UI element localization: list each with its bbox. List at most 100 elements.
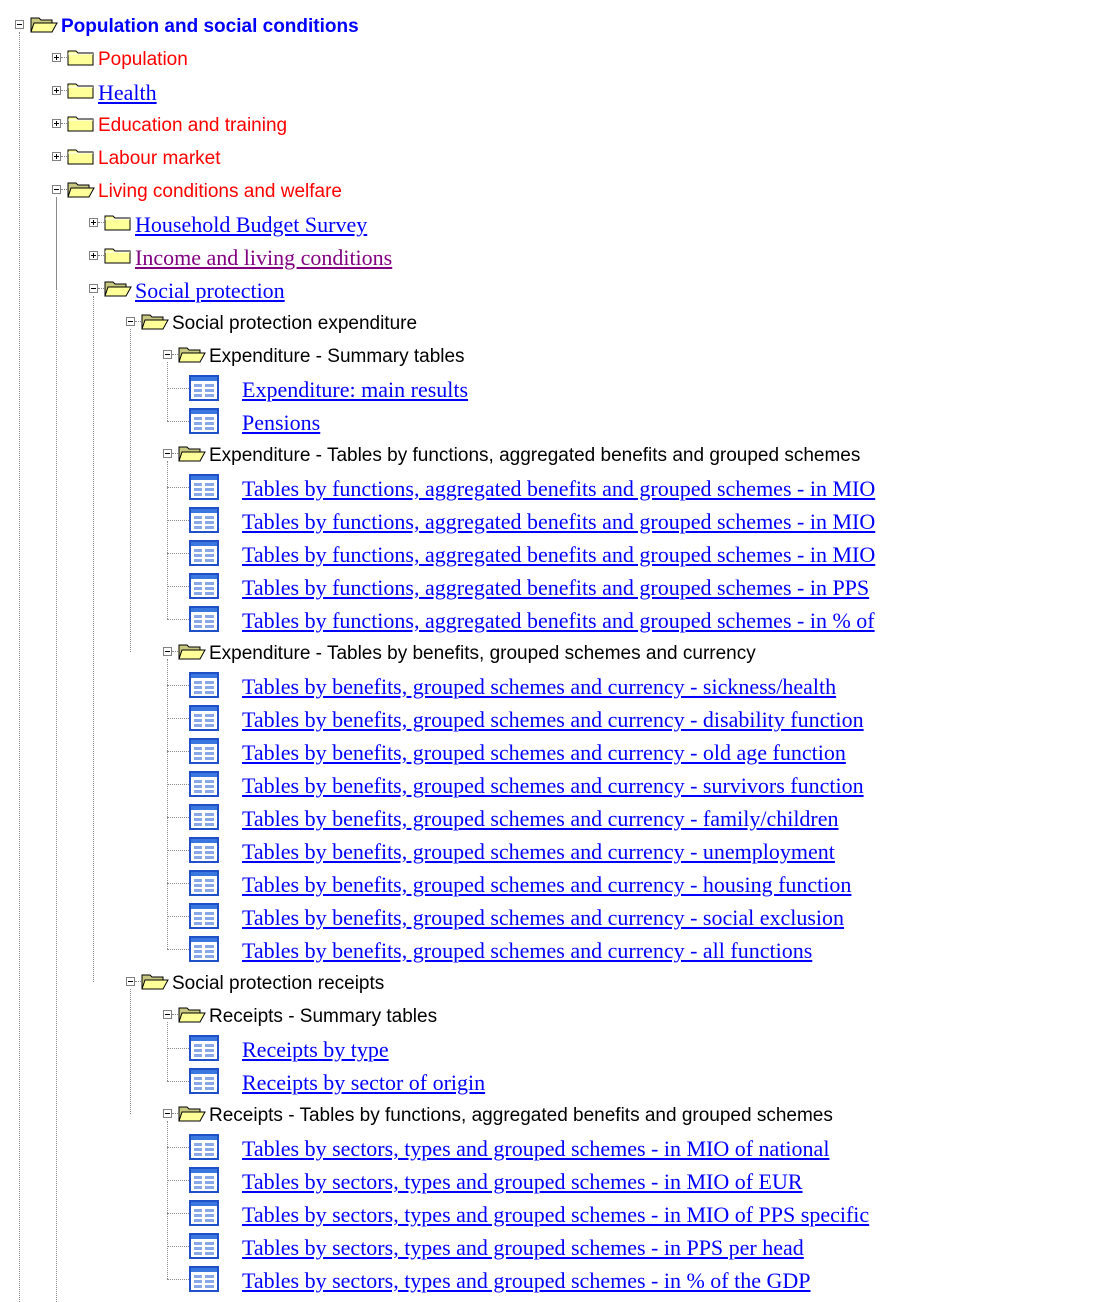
tree-node-labour-row[interactable]: Labour market <box>0 142 1114 175</box>
table-doc-icon <box>189 408 219 439</box>
folder-icon <box>67 80 95 105</box>
tree-leaf-exp-benefits-link[interactable]: Tables by benefits, grouped schemes and … <box>242 940 812 962</box>
tree-leaf-exp-benefits-link[interactable]: Tables by benefits, grouped schemes and … <box>242 874 851 896</box>
tree-connector <box>172 354 178 355</box>
folder-open-icon <box>178 641 206 666</box>
expand-toggle[interactable] <box>52 152 61 161</box>
tree-guide-line <box>130 989 131 1114</box>
tree-node-health-label[interactable]: Health <box>98 82 157 104</box>
tree-leaf-exp-benefits-link[interactable]: Tables by benefits, grouped schemes and … <box>242 841 835 863</box>
tree-node-household-label[interactable]: Household Budget Survey <box>135 214 367 236</box>
folder-icon <box>67 146 95 171</box>
table-doc-icon <box>189 1233 219 1259</box>
folder-open-icon <box>141 311 169 336</box>
table-doc-icon <box>189 606 219 632</box>
collapse-toggle[interactable] <box>163 350 172 359</box>
tree-node-social-protection-row[interactable]: Social protection <box>0 274 1114 307</box>
tree-connector <box>61 90 67 91</box>
tree-connector <box>172 453 178 454</box>
tree-leaf-rec-functions-link[interactable]: Tables by sectors, types and grouped sch… <box>242 1270 811 1292</box>
tree-connector <box>167 1147 189 1148</box>
collapse-toggle[interactable] <box>163 647 172 656</box>
tree-connector <box>167 751 189 752</box>
tree-leaf-exp-functions-link[interactable]: Tables by functions, aggregated benefits… <box>242 544 875 566</box>
tree-node-population-row[interactable]: Population <box>0 43 1114 76</box>
folder-open-icon <box>178 1103 206 1128</box>
tree-connector <box>135 981 141 982</box>
tree-node-income-row[interactable]: Income and living conditions <box>0 241 1114 274</box>
table-doc-icon <box>189 1200 219 1226</box>
folder-icon <box>67 149 94 165</box>
expand-toggle[interactable] <box>52 53 61 62</box>
table-doc-icon <box>189 936 219 967</box>
tree-leaf-exp-benefits-link[interactable]: Tables by benefits, grouped schemes and … <box>242 808 839 830</box>
tree-connector <box>167 883 189 884</box>
tree-node-rec-functions-label: Receipts - Tables by functions, aggregat… <box>209 1105 833 1126</box>
tree-leaf-rec-functions-link[interactable]: Tables by sectors, types and grouped sch… <box>242 1171 803 1193</box>
collapse-toggle[interactable] <box>126 317 135 326</box>
table-doc-icon <box>189 837 219 868</box>
table-doc-icon <box>189 540 219 566</box>
tree-node-root-row[interactable]: Population and social conditions <box>0 10 1114 43</box>
expand-toggle[interactable] <box>89 251 98 260</box>
tree-leaf-exp-benefits-link[interactable]: Tables by benefits, grouped schemes and … <box>242 775 864 797</box>
tree-node-social-protection-label[interactable]: Social protection <box>135 280 285 302</box>
table-doc-icon <box>189 573 219 599</box>
tree-leaf-exp-functions-link[interactable]: Tables by functions, aggregated benefits… <box>242 511 875 533</box>
tree-node-exp-summary-label: Expenditure - Summary tables <box>209 346 465 367</box>
tree-leaf-exp-benefits-link[interactable]: Tables by benefits, grouped schemes and … <box>242 676 836 698</box>
folder-icon <box>67 116 94 132</box>
tree-leaf-rec-functions-link[interactable]: Tables by sectors, types and grouped sch… <box>242 1138 829 1160</box>
collapse-toggle[interactable] <box>163 1010 172 1019</box>
tree-connector <box>61 57 67 58</box>
tree-node-living-label: Living conditions and welfare <box>98 181 342 202</box>
tree-leaf-exp-summary-link[interactable]: Expenditure: main results <box>242 379 468 401</box>
collapse-toggle[interactable] <box>163 449 172 458</box>
tree-node-income-label[interactable]: Income and living conditions <box>135 247 392 269</box>
table-doc-icon <box>189 1035 219 1066</box>
tree-node-living-row[interactable]: Living conditions and welfare <box>0 175 1114 208</box>
tree-connector <box>167 388 189 389</box>
expand-toggle[interactable] <box>52 119 61 128</box>
tree-leaf-exp-benefits-link[interactable]: Tables by benefits, grouped schemes and … <box>242 742 846 764</box>
collapse-toggle[interactable] <box>52 185 61 194</box>
tree-node-exp-benefits-label: Expenditure - Tables by benefits, groupe… <box>209 643 756 664</box>
table-doc-icon <box>189 375 219 401</box>
tree-connector <box>167 1213 189 1214</box>
table-doc-icon <box>189 936 219 962</box>
tree-leaf-rec-functions-link[interactable]: Tables by sectors, types and grouped sch… <box>242 1237 804 1259</box>
collapse-toggle[interactable] <box>126 977 135 986</box>
collapse-toggle[interactable] <box>89 284 98 293</box>
tree-leaf-exp-functions-link[interactable]: Tables by functions, aggregated benefits… <box>242 577 869 599</box>
tree-node-sp-expenditure-row[interactable]: Social protection expenditure <box>0 307 1114 340</box>
table-doc-icon <box>189 771 219 797</box>
collapse-toggle[interactable] <box>163 1109 172 1118</box>
tree-leaf-rec-functions-link[interactable]: Tables by sectors, types and grouped sch… <box>242 1204 869 1226</box>
tree-node-health-row[interactable]: Health <box>0 76 1114 109</box>
table-doc-icon <box>189 705 219 731</box>
tree-leaf-exp-benefits-link[interactable]: Tables by benefits, grouped schemes and … <box>242 709 864 731</box>
table-doc-icon <box>189 408 219 434</box>
expand-toggle[interactable] <box>52 86 61 95</box>
collapse-toggle[interactable] <box>15 20 24 29</box>
tree-node-household-row[interactable]: Household Budget Survey <box>0 208 1114 241</box>
expand-toggle[interactable] <box>89 218 98 227</box>
tree-leaf-exp-functions-link[interactable]: Tables by functions, aggregated benefits… <box>242 610 875 632</box>
tree-guide-line <box>167 461 168 619</box>
tree-connector <box>167 718 189 719</box>
table-doc-icon <box>189 1167 219 1193</box>
folder-open-icon <box>104 278 132 303</box>
table-doc-icon <box>189 771 219 802</box>
tree-leaf-rec-summary-link[interactable]: Receipts by type <box>242 1039 389 1061</box>
tree-node-sp-receipts-row[interactable]: Social protection receipts <box>0 967 1114 1000</box>
folder-open-icon <box>178 1004 206 1029</box>
folder-open-icon <box>178 1007 206 1023</box>
tree-leaf-exp-functions-link[interactable]: Tables by functions, aggregated benefits… <box>242 478 875 500</box>
tree-node-education-row[interactable]: Education and training <box>0 109 1114 142</box>
folder-icon <box>67 47 95 72</box>
tree-leaf-rec-summary-link[interactable]: Receipts by sector of origin <box>242 1072 485 1094</box>
table-doc-icon <box>189 507 219 533</box>
tree-leaf-exp-summary-link[interactable]: Pensions <box>242 412 320 434</box>
table-doc-icon <box>189 1035 219 1061</box>
tree-leaf-exp-benefits-link[interactable]: Tables by benefits, grouped schemes and … <box>242 907 844 929</box>
